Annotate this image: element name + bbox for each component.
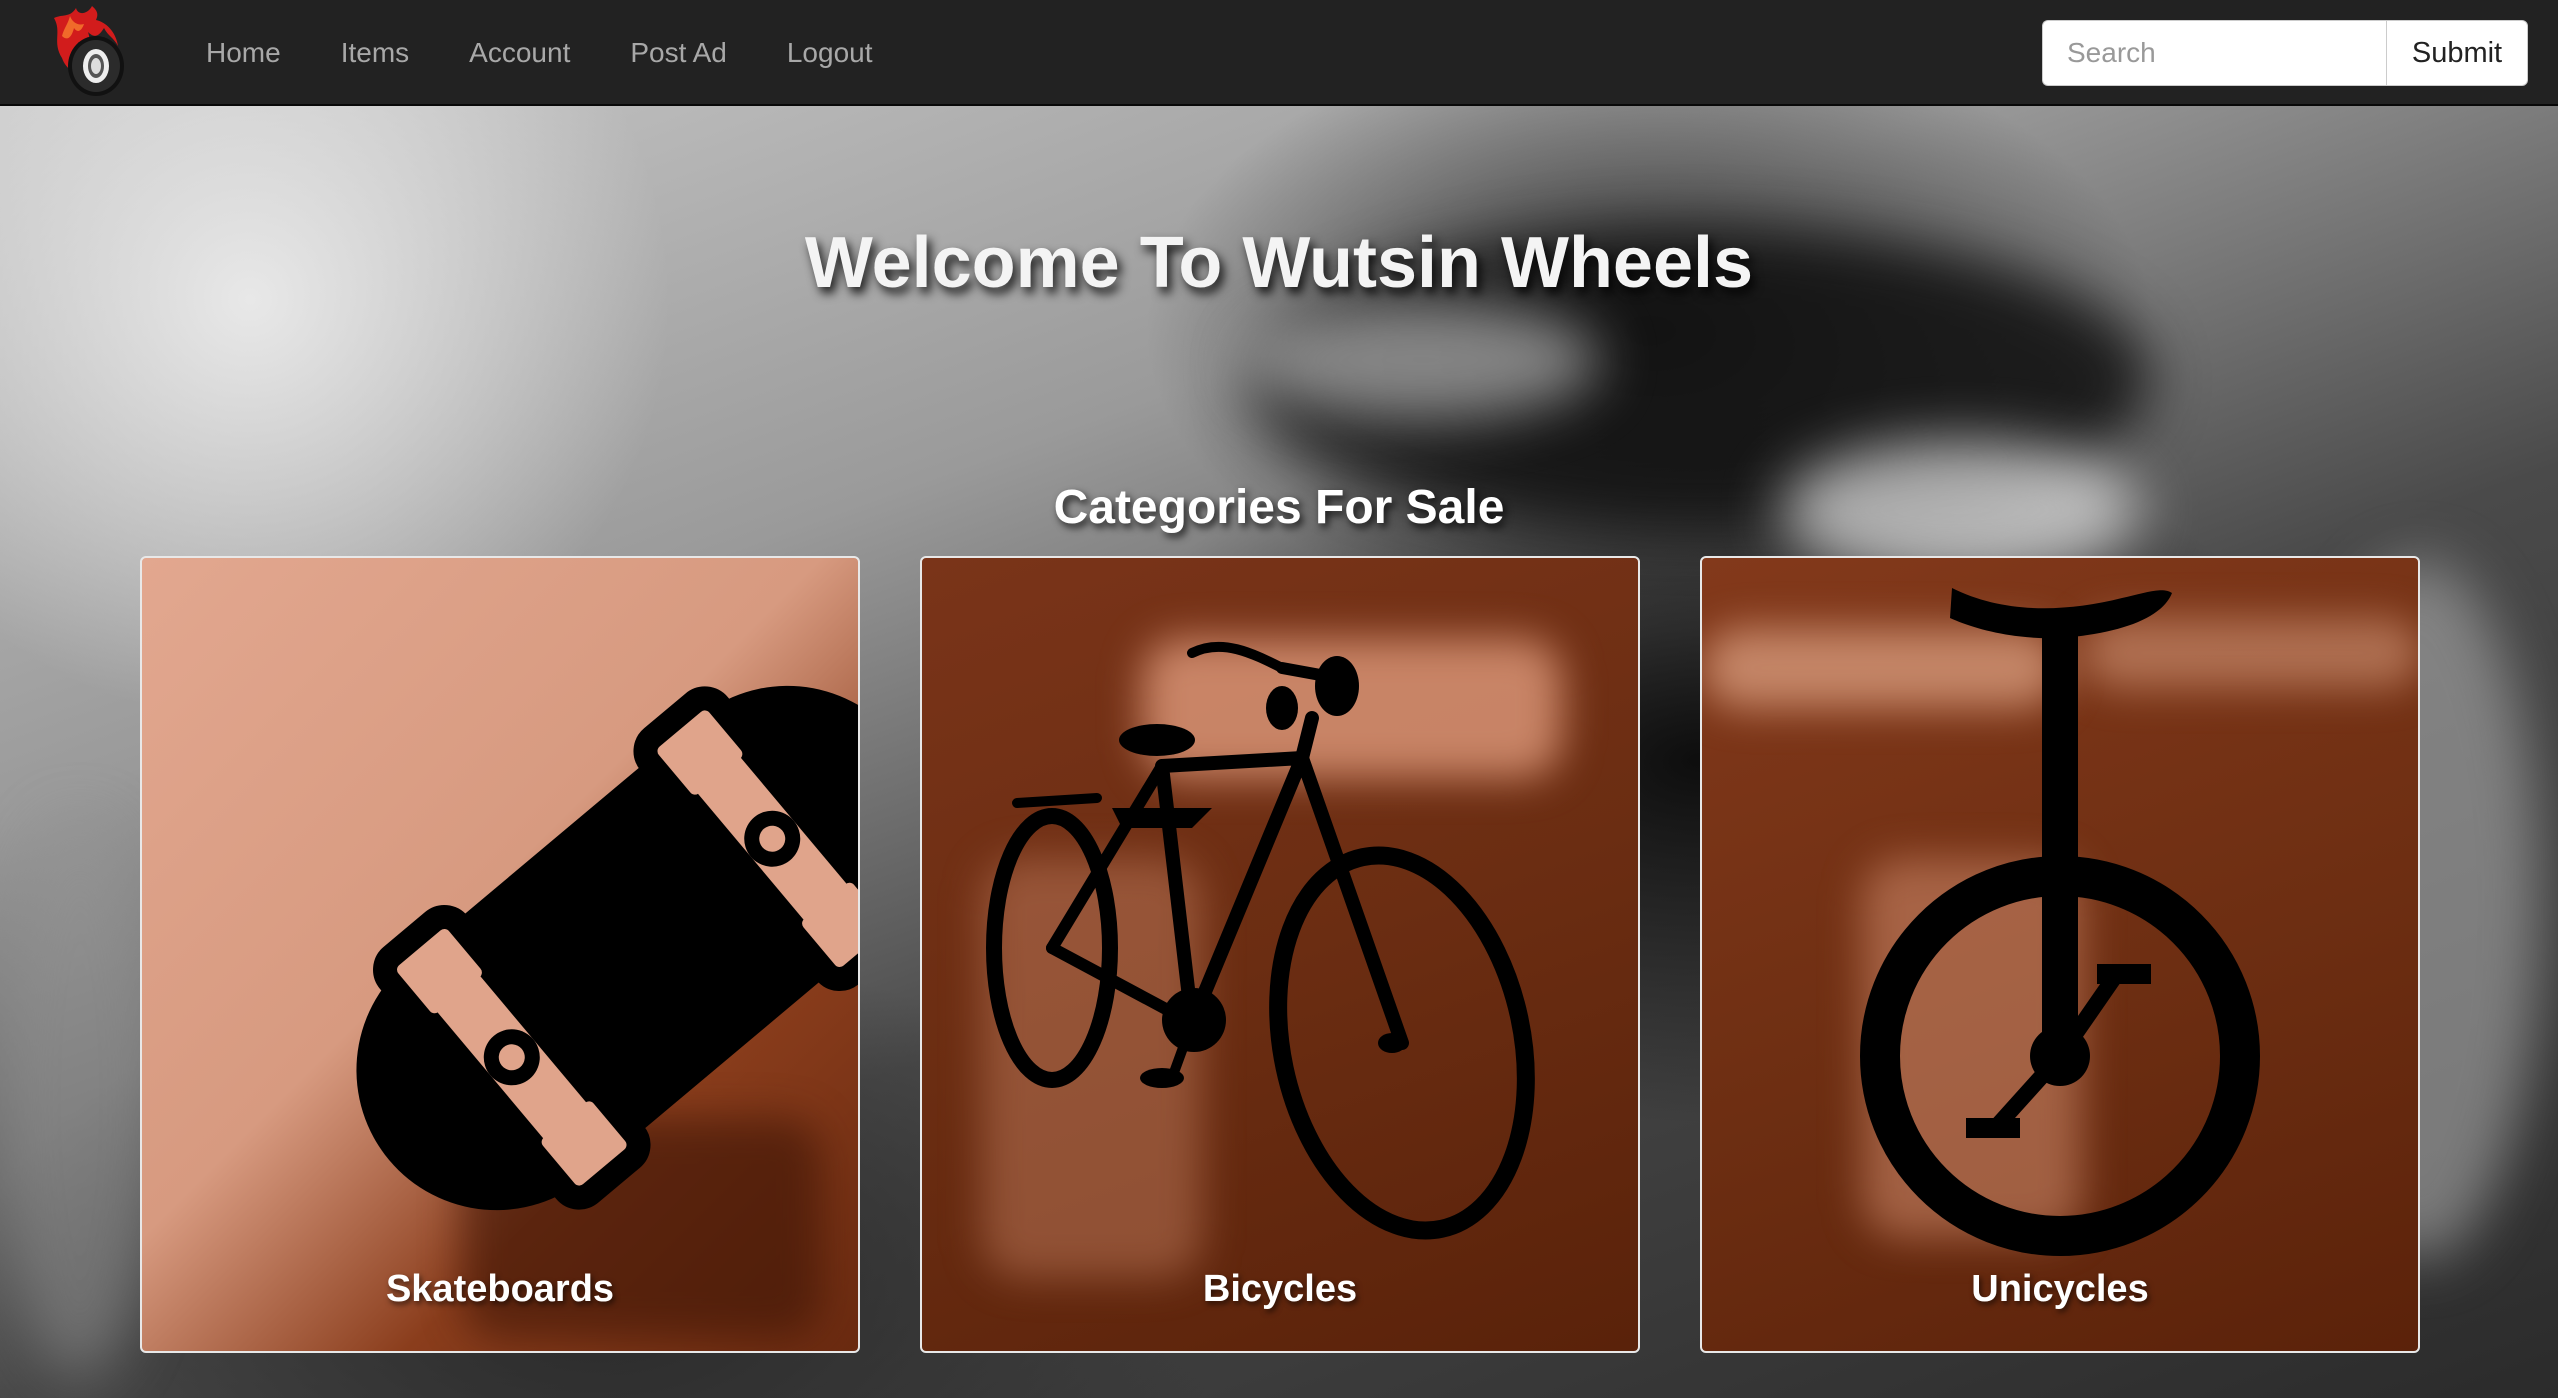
category-card-skateboards[interactable]: Skateboards xyxy=(140,556,860,1353)
skateboard-icon xyxy=(356,685,858,1211)
bicycle-icon xyxy=(986,641,1535,1240)
nav-link-account[interactable]: Account xyxy=(439,0,600,106)
flaming-wheel-logo-icon[interactable] xyxy=(48,6,128,96)
category-label: Bicycles xyxy=(1202,1268,1358,1310)
background-shape xyxy=(0,820,160,1380)
top-navbar: Home Items Account Post Ad Logout Submit xyxy=(0,0,2558,106)
nav-link-logout[interactable]: Logout xyxy=(757,0,903,106)
nav-link-home[interactable]: Home xyxy=(176,0,311,106)
background-shape xyxy=(1240,300,1600,420)
nav-link-post-ad[interactable]: Post Ad xyxy=(600,0,757,106)
category-label: Skateboards xyxy=(385,1268,615,1310)
submit-button[interactable]: Submit xyxy=(2386,20,2528,86)
category-card-unicycles[interactable]: Unicycles xyxy=(1700,556,2420,1353)
category-label: Unicycles xyxy=(1971,1268,2149,1310)
search-form: Submit xyxy=(2042,20,2528,86)
categories-title: Categories For Sale xyxy=(1053,481,1505,534)
unicycle-icon xyxy=(1860,588,2260,1256)
category-card-bicycles[interactable]: Bicycles xyxy=(920,556,1640,1353)
search-input[interactable] xyxy=(2042,20,2386,86)
page-title: Welcome To Wutsin Wheels xyxy=(804,223,1754,303)
nav-links: Home Items Account Post Ad Logout xyxy=(176,0,903,106)
nav-link-items[interactable]: Items xyxy=(311,0,439,106)
